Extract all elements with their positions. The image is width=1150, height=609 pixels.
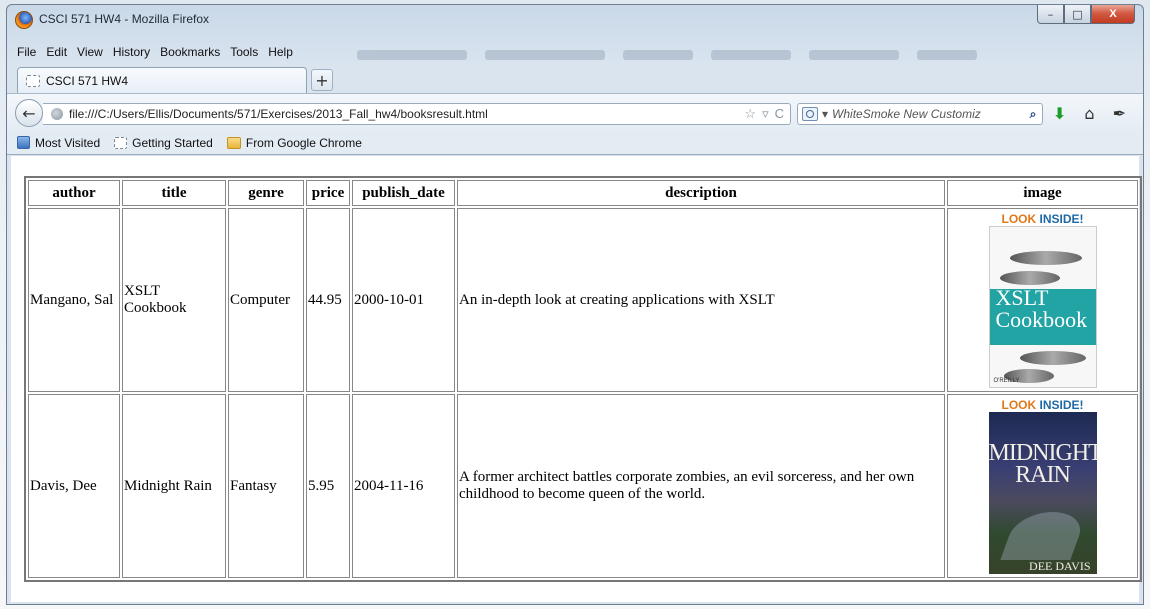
menu-tools[interactable]: Tools [230, 45, 258, 65]
cell-genre: Fantasy [228, 394, 304, 578]
search-bar[interactable]: ▾ WhiteSmoke New Customiz ⌕ [797, 103, 1043, 125]
search-input[interactable]: WhiteSmoke New Customiz [832, 107, 1020, 121]
folder-icon [226, 136, 241, 149]
addon-icon[interactable]: ✒ [1113, 104, 1126, 123]
window-controls: – □ X [1037, 5, 1135, 25]
home-icon[interactable]: ⌂ [1084, 104, 1094, 123]
header-title: title [122, 180, 226, 206]
page-content: author title genre price publish_date de… [11, 156, 1142, 602]
cover-title: XSLT Cookbook [995, 285, 1088, 332]
browser-window: CSCI 571 HW4 - Mozilla Firefox – □ X Fil… [6, 4, 1144, 605]
menu-file[interactable]: File [17, 45, 36, 65]
search-engine-icon[interactable] [802, 107, 818, 121]
menu-help[interactable]: Help [268, 45, 293, 65]
cell-title: XSLT Cookbook [122, 208, 226, 392]
bookmarks-toolbar: Most Visited Getting Started From Google… [7, 131, 1143, 155]
cell-image: LOOK INSIDE! XSLT Cookbook O'REILLY [947, 208, 1138, 392]
look-inside-label: INSIDE! [1039, 212, 1084, 226]
back-arrow-icon: ← [22, 103, 36, 123]
menu-view[interactable]: View [77, 45, 103, 65]
cell-description: A former architect battles corporate zom… [457, 394, 945, 578]
search-engine-dropdown-icon[interactable]: ▾ [822, 107, 828, 121]
url-bar-actions: ☆ ▿ C [744, 106, 790, 122]
back-button[interactable]: ← [15, 99, 43, 127]
reload-icon[interactable]: C [775, 106, 784, 122]
table-row: Davis, Dee Midnight Rain Fantasy 5.95 20… [28, 394, 1138, 578]
blank-page-icon [26, 74, 40, 87]
look-inside-label: LOOK [1001, 398, 1037, 412]
road-illustration [999, 512, 1088, 560]
cell-genre: Computer [228, 208, 304, 392]
blank-page-icon [114, 136, 128, 149]
bookmark-getting-started[interactable]: Getting Started [114, 136, 213, 150]
tab-label: CSCI 571 HW4 [46, 73, 129, 88]
cell-description: An in-depth look at creating application… [457, 208, 945, 392]
close-button[interactable]: X [1091, 5, 1135, 24]
bookmark-from-google-chrome[interactable]: From Google Chrome [226, 135, 362, 150]
publisher-logo: O'REILLY [993, 378, 1020, 384]
url-text[interactable]: file:///C:/Users/Ellis/Documents/571/Exe… [69, 107, 738, 121]
most-visited-icon [17, 136, 30, 149]
header-author: author [28, 180, 120, 206]
plus-icon: + [315, 70, 329, 90]
url-bar[interactable]: file:///C:/Users/Ellis/Documents/571/Exe… [43, 103, 791, 125]
navigation-toolbar: ← file:///C:/Users/Ellis/Documents/571/E… [7, 93, 1143, 131]
header-price: price [306, 180, 350, 206]
cell-image: LOOK INSIDE! MIDNIGHT RAIN DEE DAVIS [947, 394, 1138, 578]
maximize-icon: □ [1072, 7, 1083, 21]
site-identity-icon[interactable] [51, 108, 63, 120]
bookmark-star-icon[interactable]: ☆ [744, 106, 756, 122]
cover-title: MIDNIGHT RAIN [988, 440, 1097, 488]
toolbar-icons: ⬇ ⌂ ✒ [1053, 104, 1126, 123]
fish-illustration [1019, 351, 1086, 365]
fish-illustration [1009, 251, 1082, 265]
title-bar[interactable]: CSCI 571 HW4 - Mozilla Firefox – □ X [7, 5, 1143, 35]
cell-price: 5.95 [306, 394, 350, 578]
table-row: Mangano, Sal XSLT Cookbook Computer 44.9… [28, 208, 1138, 392]
new-tab-button[interactable]: + [311, 69, 333, 91]
cell-publish-date: 2000-10-01 [352, 208, 455, 392]
close-icon: X [1109, 8, 1117, 20]
cell-title: Midnight Rain [122, 394, 226, 578]
download-icon[interactable]: ⬇ [1053, 104, 1066, 123]
bookmark-label: Getting Started [132, 135, 213, 150]
header-image: image [947, 180, 1138, 206]
bookmark-label: From Google Chrome [245, 135, 362, 150]
firefox-logo-icon [15, 11, 33, 29]
maximize-button[interactable]: □ [1064, 5, 1091, 24]
cell-author: Davis, Dee [28, 394, 120, 578]
tab-strip: CSCI 571 HW4 + [7, 65, 1143, 93]
look-inside-label: LOOK [1001, 212, 1037, 226]
cover-author: DEE DAVIS [1029, 559, 1091, 573]
bookmark-label: Most Visited [35, 135, 101, 150]
header-publish-date: publish_date [352, 180, 455, 206]
cover-art: MIDNIGHT RAIN DEE DAVIS [988, 412, 1097, 574]
history-dropdown-icon[interactable]: ▿ [762, 106, 769, 122]
minimize-icon: – [1047, 7, 1054, 21]
menu-bar: File Edit View History Bookmarks Tools H… [7, 45, 293, 65]
tab-csci-571-hw4[interactable]: CSCI 571 HW4 [17, 67, 307, 93]
look-inside-badge: LOOK INSIDE! [983, 212, 1103, 226]
book-cover-midnight-rain[interactable]: LOOK INSIDE! MIDNIGHT RAIN DEE DAVIS [983, 398, 1103, 574]
bookmark-most-visited[interactable]: Most Visited [17, 136, 100, 150]
search-go-icon[interactable]: ⌕ [1024, 107, 1042, 122]
look-inside-label: INSIDE! [1039, 398, 1084, 412]
fish-illustration [999, 271, 1060, 285]
cell-publish-date: 2004-11-16 [352, 394, 455, 578]
header-row: author title genre price publish_date de… [28, 180, 1138, 206]
look-inside-badge: LOOK INSIDE! [983, 398, 1103, 412]
cell-author: Mangano, Sal [28, 208, 120, 392]
cover-art: XSLT Cookbook O'REILLY [988, 226, 1097, 388]
header-description: description [457, 180, 945, 206]
header-genre: genre [228, 180, 304, 206]
books-table: author title genre price publish_date de… [24, 176, 1142, 582]
minimize-button[interactable]: – [1037, 5, 1064, 24]
menu-history[interactable]: History [113, 45, 150, 65]
window-title: CSCI 571 HW4 - Mozilla Firefox [39, 12, 210, 26]
book-cover-xslt-cookbook[interactable]: LOOK INSIDE! XSLT Cookbook O'REILLY [983, 212, 1103, 388]
menu-bookmarks[interactable]: Bookmarks [160, 45, 220, 65]
cell-price: 44.95 [306, 208, 350, 392]
menu-edit[interactable]: Edit [46, 45, 67, 65]
